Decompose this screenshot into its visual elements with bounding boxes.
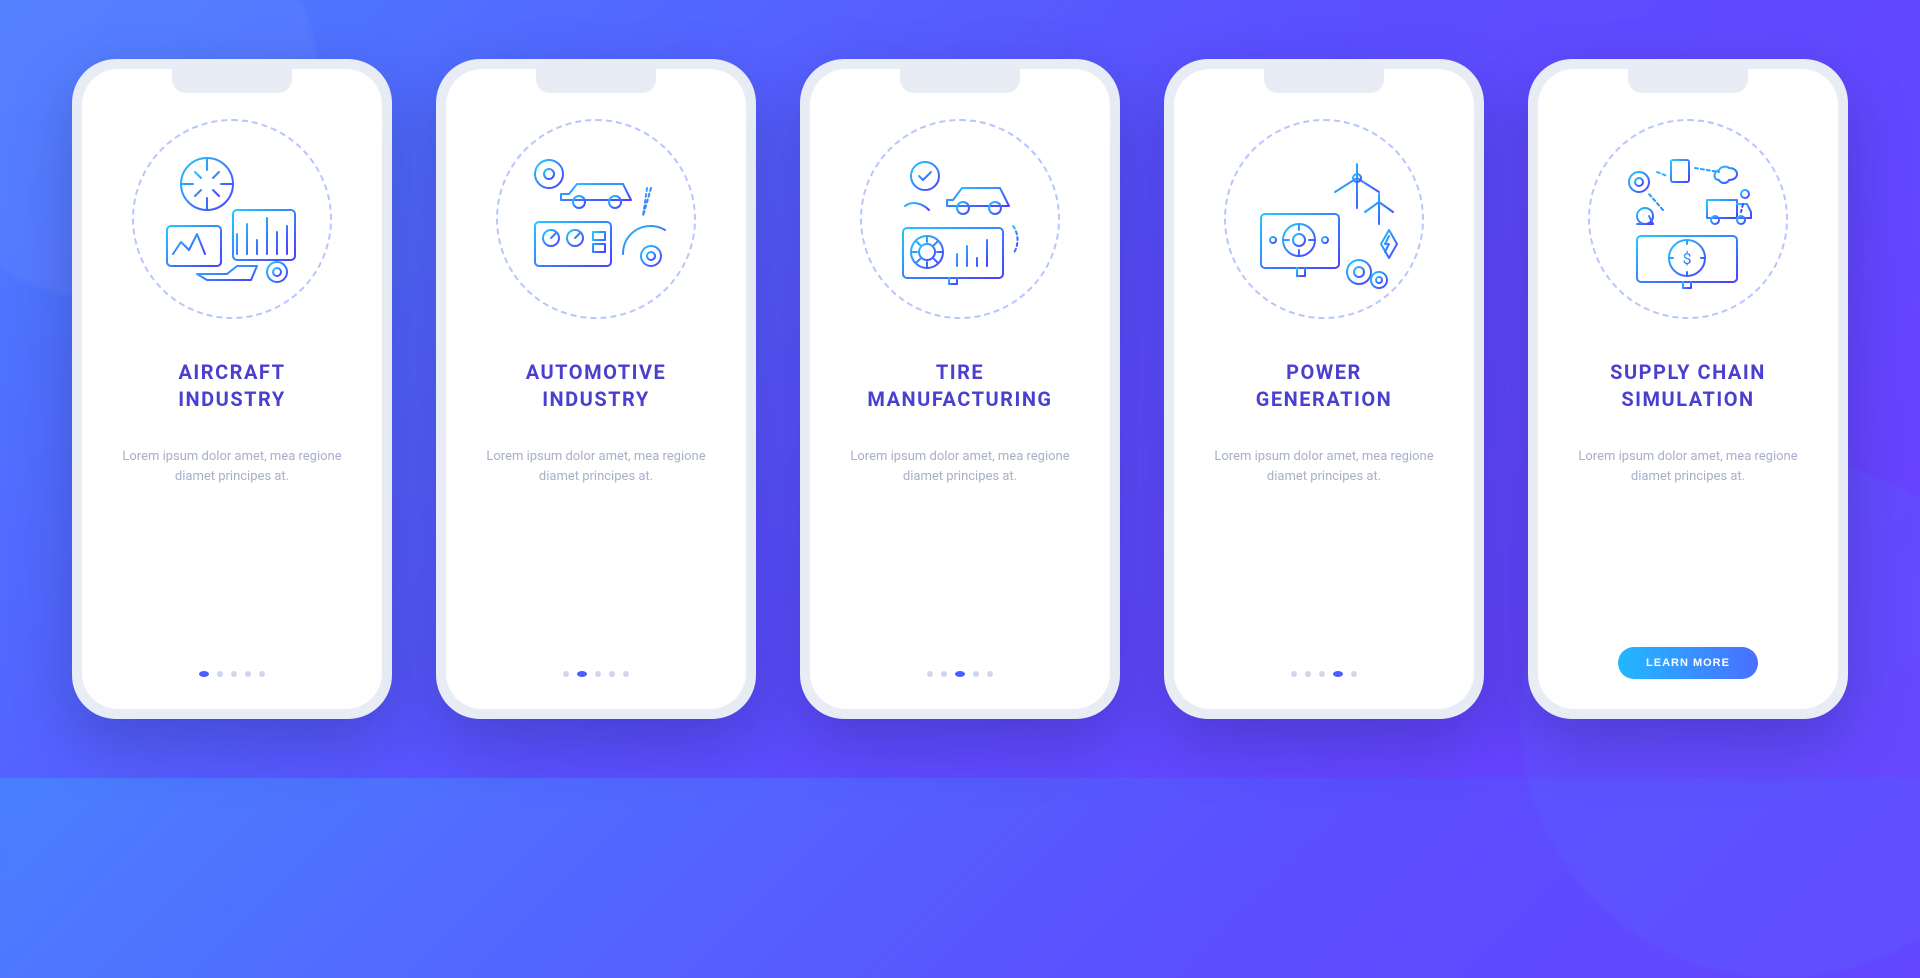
step-dot[interactable] <box>1291 671 1297 677</box>
step-dot[interactable] <box>1333 671 1343 677</box>
phone-mockup-3: TIREMANUFACTURING Lorem ipsum dolor amet… <box>800 59 1120 719</box>
step-dot[interactable] <box>217 671 223 677</box>
step-dot[interactable] <box>955 671 965 677</box>
phone-notch <box>536 69 656 93</box>
learn-more-button[interactable]: LEARN MORE <box>1618 647 1758 679</box>
automotive-industry-icon <box>496 119 696 319</box>
step-dot[interactable] <box>609 671 615 677</box>
page-indicator[interactable] <box>1291 671 1357 677</box>
step-dot[interactable] <box>595 671 601 677</box>
onboarding-phone-row: AIRCRAFTINDUSTRY Lorem ipsum dolor amet,… <box>72 59 1848 719</box>
onboarding-title: AIRCRAFTINDUSTRY <box>178 359 286 413</box>
step-dot[interactable] <box>987 671 993 677</box>
phone-screen: AUTOMOTIVEINDUSTRY Lorem ipsum dolor ame… <box>446 69 746 709</box>
step-dot[interactable] <box>1351 671 1357 677</box>
onboarding-title: POWERGENERATION <box>1256 359 1392 413</box>
onboarding-title: AUTOMOTIVEINDUSTRY <box>526 359 667 413</box>
step-dot[interactable] <box>199 671 209 677</box>
phone-mockup-2: AUTOMOTIVEINDUSTRY Lorem ipsum dolor ame… <box>436 59 756 719</box>
onboarding-title: SUPPLY CHAINSIMULATION <box>1610 359 1766 413</box>
phone-mockup-5: $ SUPPLY CHAINSIMULATION Lorem ipsum dol… <box>1528 59 1848 719</box>
phone-notch <box>1628 69 1748 93</box>
aircraft-industry-icon <box>132 119 332 319</box>
phone-notch <box>172 69 292 93</box>
step-dot[interactable] <box>563 671 569 677</box>
page-indicator[interactable] <box>563 671 629 677</box>
phone-screen: AIRCRAFTINDUSTRY Lorem ipsum dolor amet,… <box>82 69 382 709</box>
step-dot[interactable] <box>623 671 629 677</box>
step-dot[interactable] <box>259 671 265 677</box>
onboarding-title: TIREMANUFACTURING <box>867 359 1052 413</box>
phone-screen: POWERGENERATION Lorem ipsum dolor amet, … <box>1174 69 1474 709</box>
onboarding-description: Lorem ipsum dolor amet, mea regione diam… <box>832 447 1088 487</box>
phone-notch <box>900 69 1020 93</box>
phone-mockup-4: POWERGENERATION Lorem ipsum dolor amet, … <box>1164 59 1484 719</box>
tire-manufacturing-icon <box>860 119 1060 319</box>
onboarding-description: Lorem ipsum dolor amet, mea regione diam… <box>1560 447 1816 487</box>
phone-notch <box>1264 69 1384 93</box>
page-indicator[interactable] <box>927 671 993 677</box>
power-generation-icon <box>1224 119 1424 319</box>
step-dot[interactable] <box>577 671 587 677</box>
step-dot[interactable] <box>1305 671 1311 677</box>
onboarding-description: Lorem ipsum dolor amet, mea regione diam… <box>468 447 724 487</box>
onboarding-description: Lorem ipsum dolor amet, mea regione diam… <box>104 447 360 487</box>
step-dot[interactable] <box>941 671 947 677</box>
phone-screen: $ SUPPLY CHAINSIMULATION Lorem ipsum dol… <box>1538 69 1838 709</box>
step-dot[interactable] <box>245 671 251 677</box>
step-dot[interactable] <box>927 671 933 677</box>
svg-text:$: $ <box>1683 249 1692 268</box>
supply-chain-icon: $ <box>1588 119 1788 319</box>
step-dot[interactable] <box>973 671 979 677</box>
onboarding-description: Lorem ipsum dolor amet, mea regione diam… <box>1196 447 1452 487</box>
page-indicator[interactable] <box>199 671 265 677</box>
step-dot[interactable] <box>1319 671 1325 677</box>
step-dot[interactable] <box>231 671 237 677</box>
phone-mockup-1: AIRCRAFTINDUSTRY Lorem ipsum dolor amet,… <box>72 59 392 719</box>
phone-screen: TIREMANUFACTURING Lorem ipsum dolor amet… <box>810 69 1110 709</box>
